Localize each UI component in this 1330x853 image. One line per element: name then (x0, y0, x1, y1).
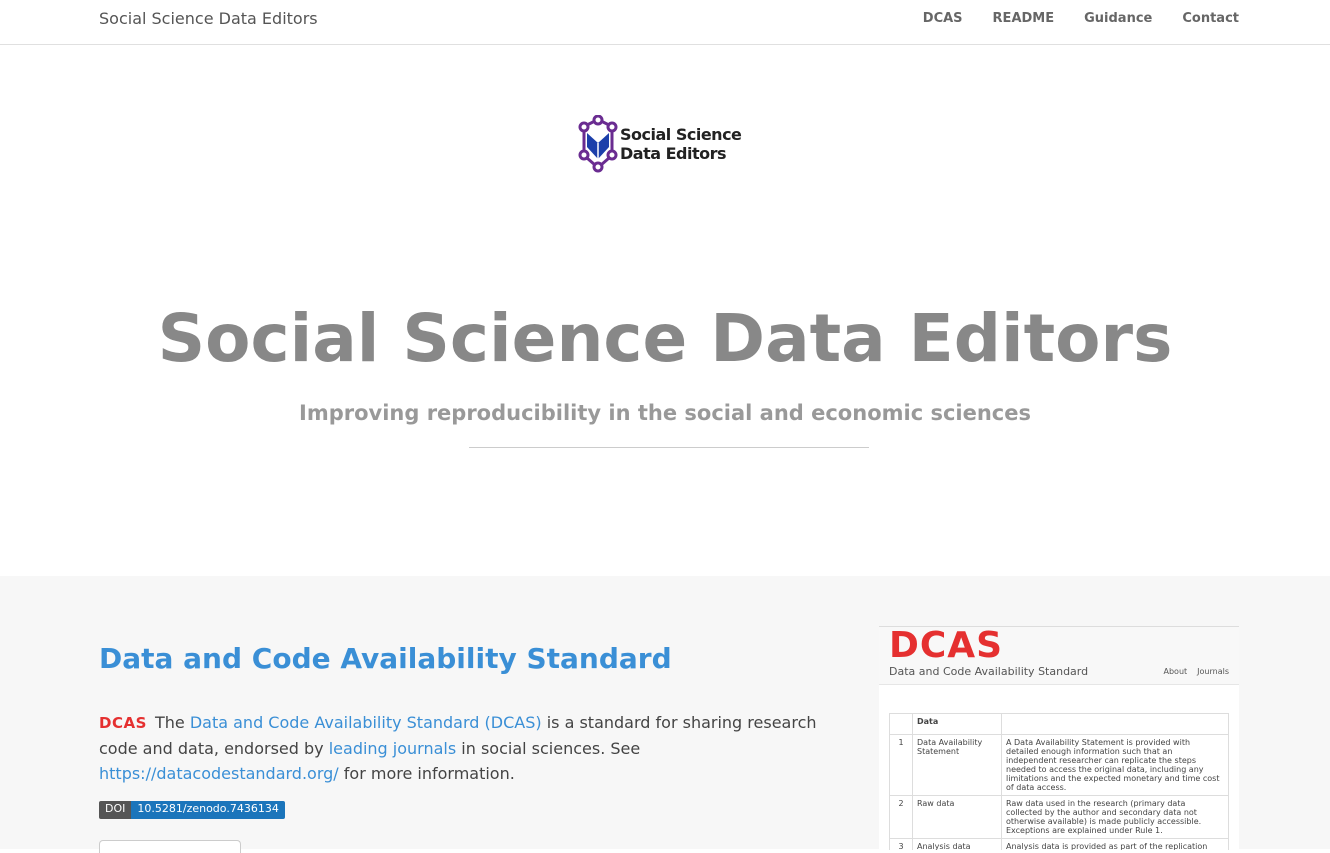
dcas-description: DCAS The Data and Code Availability Stan… (99, 710, 839, 786)
row-name: Data Availability Statement (912, 734, 1002, 796)
row-name: Raw data (912, 795, 1002, 839)
hero-divider (469, 447, 869, 448)
dcas-logo-icon: DCAS (99, 714, 147, 732)
row-name: Analysis data (912, 838, 1002, 850)
nav-link-contact[interactable]: Contact (1182, 11, 1239, 26)
logo-wordmark: Social Science Data Editors (620, 125, 742, 163)
doi-value: 10.5281/zenodo.7436134 (131, 801, 285, 819)
network-cube-icon (578, 114, 618, 173)
table-row: 1 Data Availability Statement A Data Ava… (889, 734, 1229, 796)
preview-nav-journals: Journals (1197, 667, 1229, 676)
row-number: 2 (889, 795, 913, 839)
site-logo: Social Science Data Editors (576, 114, 762, 177)
table-header-cell (1001, 713, 1229, 735)
table-header-row: Data (889, 713, 1229, 735)
nav-link-dcas[interactable]: DCAS (923, 11, 963, 26)
table-header-cell: Data (912, 713, 1002, 735)
dcas-standard-link[interactable]: Data and Code Availability Standard (DCA… (190, 713, 542, 732)
doi-label: DOI (99, 801, 132, 819)
partial-button[interactable] (99, 840, 241, 853)
hero-section: Social Science Data Editors Social Scien… (0, 45, 1330, 575)
row-number: 3 (889, 838, 913, 850)
logo-line-2: Data Editors (620, 144, 727, 163)
leading-journals-link[interactable]: leading journals (329, 739, 456, 758)
brand-link[interactable]: Social Science Data Editors (99, 9, 318, 28)
table-row: 3 Analysis data Analysis data is provide… (889, 838, 1229, 850)
preview-nav: About Journals (1164, 667, 1230, 676)
top-navbar: Social Science Data Editors DCAS README … (0, 0, 1330, 45)
row-description: Raw data used in the research (primary d… (1001, 795, 1229, 839)
row-description: A Data Availability Statement is provide… (1001, 734, 1229, 796)
row-number: 1 (889, 734, 913, 796)
nav-link-readme[interactable]: README (993, 11, 1055, 26)
preview-nav-about: About (1163, 667, 1188, 676)
preview-header: DCAS Data and Code Availability Standard… (879, 627, 1239, 685)
row-description: Analysis data is provided as part of the… (1001, 838, 1229, 850)
datacodestandard-url-link[interactable]: https://datacodestandard.org/ (99, 764, 339, 783)
preview-rules-table: Data 1 Data Availability Statement A Dat… (889, 713, 1229, 850)
table-header-cell (889, 713, 913, 735)
doi-badge[interactable]: DOI 10.5281/zenodo.7436134 (99, 801, 285, 819)
dcas-section: Data and Code Availability Standard DCAS… (0, 576, 1330, 853)
nav-links: DCAS README Guidance Contact (923, 11, 1239, 26)
preview-dcas-logo: DCAS (889, 626, 1004, 666)
text-part-2: in social sciences. See (461, 739, 641, 758)
preview-subtitle: Data and Code Availability Standard (889, 665, 1089, 678)
nav-link-guidance[interactable]: Guidance (1084, 11, 1152, 26)
dcas-website-preview[interactable]: DCAS Data and Code Availability Standard… (879, 626, 1239, 850)
logo-line-1: Social Science (620, 125, 742, 144)
text-part-3: for more information. (343, 764, 515, 783)
hero-subtitle: Improving reproducibility in the social … (299, 401, 1031, 425)
table-row: 2 Raw data Raw data used in the research… (889, 795, 1229, 839)
hero-title: Social Science Data Editors (157, 300, 1173, 377)
dcas-heading: Data and Code Availability Standard (99, 642, 672, 675)
text-the: The (154, 713, 185, 732)
